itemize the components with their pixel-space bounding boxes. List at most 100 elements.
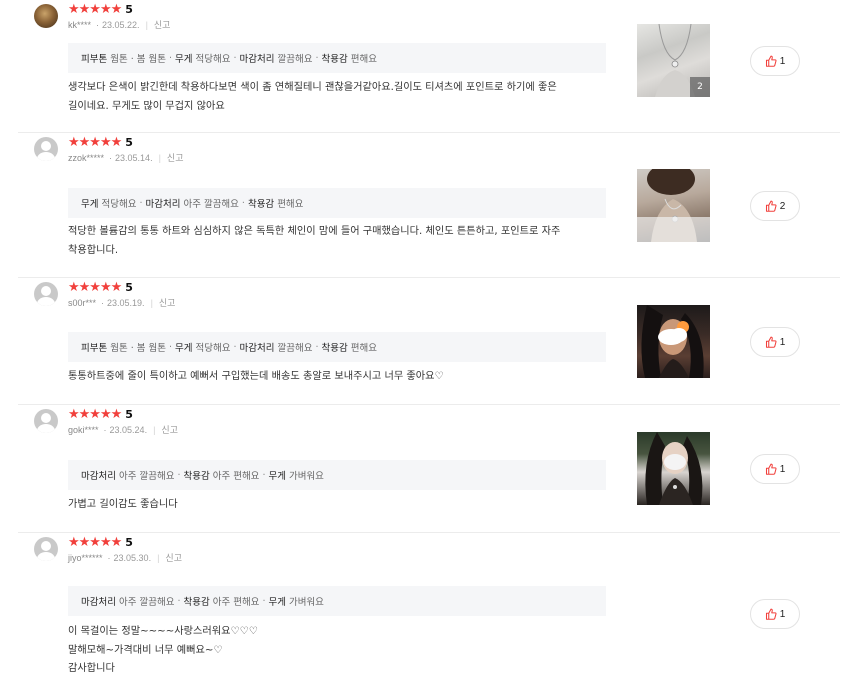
attribute-key: 무게 [268, 471, 286, 482]
thumbs-up-icon [765, 336, 780, 348]
attribute-item: 무게 적당해요 [175, 340, 230, 354]
report-link[interactable]: 신고 [165, 551, 182, 564]
meta-divider: | [153, 424, 156, 435]
star-rating-icons: ★★★★★ [68, 135, 122, 150]
review-photo[interactable]: 2 [637, 24, 710, 97]
like-button[interactable]: 1 [750, 599, 800, 629]
like-button[interactable]: 1 [750, 454, 800, 484]
like-count: 1 [779, 463, 786, 475]
attribute-item: 착용감 편해요 [322, 51, 377, 65]
review-text-line: 이 목걸이는 정말~~~~사랑스러워요♡♡♡ [68, 626, 258, 637]
review-text-line: 가볍고 길이감도 좋습니다 [68, 499, 178, 510]
like-button[interactable]: 1 [750, 327, 800, 357]
tag-separator: · [233, 52, 237, 64]
attribute-value: 깔끔해요 [277, 54, 313, 65]
review-meta: zzok***** · 23.05.14. | 신고 [68, 151, 183, 164]
review-photo[interactable] [637, 305, 710, 378]
attribute-item: 착용감 아주 편해요 [183, 594, 259, 608]
review-photo[interactable] [637, 432, 710, 505]
report-link[interactable]: 신고 [167, 151, 184, 164]
meta-dot: · [103, 424, 107, 435]
report-link[interactable]: 신고 [161, 423, 178, 436]
report-link[interactable]: 신고 [159, 296, 176, 309]
review-photo[interactable] [637, 169, 710, 242]
attribute-item: 무게 적당해요 [81, 196, 136, 210]
attribute-value: 아주 편해요 [212, 597, 260, 608]
attribute-key: 마감처리 [145, 199, 181, 210]
attribute-item: 착용감 아주 편해요 [183, 468, 259, 482]
attribute-value: 가벼워요 [288, 471, 324, 482]
star-rating-icons: ★★★★★ [68, 407, 122, 422]
like-count: 1 [779, 336, 786, 348]
review-text-line: 생각보다 은색이 밝긴한데 착용하다보면 색이 좀 연해질테니 괜찮을거같아요.… [68, 82, 557, 93]
review-date: 23.05.22. [102, 19, 140, 30]
avatar [34, 409, 58, 433]
tag-separator: · [177, 595, 181, 607]
reviewer-name: s00r*** [68, 297, 97, 308]
rating: ★★★★★ 5 [68, 536, 133, 550]
review-text-line: 감사합니다 [68, 663, 115, 674]
attribute-key: 피부톤 [81, 54, 108, 65]
review-date: 23.05.30. [113, 552, 152, 563]
review-date: 23.05.24. [109, 424, 148, 435]
attribute-value: 웜톤 · 봄 웜톤 [110, 343, 167, 354]
tag-separator: · [241, 197, 245, 209]
tag-separator: · [139, 197, 143, 209]
rating-score: 5 [125, 408, 133, 421]
report-link[interactable]: 신고 [154, 18, 171, 31]
attribute-value: 가벼워요 [288, 597, 324, 608]
review-attributes: 피부톤 웜톤 · 봄 웜톤 · 무게 적당해요 · 마감처리 깔끔해요 · 착용감 편해요 [68, 332, 606, 362]
rating-score: 5 [125, 136, 133, 149]
meta-divider: | [157, 552, 160, 563]
attribute-value: 적당해요 [195, 343, 231, 354]
like-button[interactable]: 2 [750, 191, 800, 221]
rating-score: 5 [125, 536, 133, 549]
review-text-line: 길이네요. 무게도 많이 무겁지 않아요 [68, 100, 225, 112]
attribute-key: 마감처리 [239, 343, 275, 354]
avatar [34, 4, 58, 28]
attribute-value: 아주 편해요 [212, 471, 260, 482]
review-item: ★★★★★ 5 goki**** · 23.05.24. | 신고 마감처리 아주 깔끔해요 · 착… [0, 405, 860, 533]
star-rating-icons: ★★★★★ [68, 2, 122, 17]
meta-dot: · [96, 19, 100, 30]
review-text-line: 말해모해~가격대비 너무 예뻐요~♡ [68, 644, 223, 656]
review-text: 생각보다 은색이 밝긴한데 착용하다보면 색이 좀 연해질테니 괜찮을거같아요.… [68, 79, 613, 116]
avatar [34, 282, 58, 306]
review-item: ★★★★★ 5 s00r*** · 23.05.19. | 신고 피부톤 웜톤 · 봄 웜톤 · 무… [0, 278, 860, 405]
meta-dot: · [109, 152, 113, 163]
reviewer-name: zzok***** [68, 152, 105, 163]
rating: ★★★★★ 5 [68, 408, 133, 422]
attribute-key: 무게 [81, 199, 99, 210]
attribute-key: 착용감 [321, 54, 348, 65]
attribute-key: 착용감 [183, 471, 210, 482]
attribute-key: 착용감 [321, 343, 348, 354]
review-meta: kk**** · 23.05.22. | 신고 [68, 18, 170, 31]
review-attributes: 마감처리 아주 깔끔해요 · 착용감 아주 편해요 · 무게 가벼워요 [68, 586, 606, 616]
review-text: 이 목걸이는 정말~~~~사랑스러워요♡♡♡ 말해모해~가격대비 너무 예뻐요~♡… [68, 623, 613, 679]
rating-score: 5 [125, 3, 133, 16]
attribute-item: 마감처리 아주 깔끔해요 [145, 196, 238, 210]
attribute-key: 착용감 [247, 199, 275, 210]
like-count: 1 [779, 608, 786, 620]
thumbs-up-icon [765, 55, 780, 67]
review-text-line: 적당한 볼륨감의 통통 하트와 심심하지 않은 독특한 체인이 맘에 들어 구매… [68, 226, 561, 237]
review-attributes: 피부톤 웜톤 · 봄 웜톤 · 무게 적당해요 · 마감처리 깔끔해요 · 착용감 편해요 [68, 43, 606, 73]
like-button[interactable]: 1 [750, 46, 800, 76]
review-text: 가볍고 길이감도 좋습니다 [68, 496, 613, 515]
attribute-value: 편해요 [277, 199, 304, 210]
attribute-value: 적당해요 [195, 54, 231, 65]
thumbs-up-icon [765, 463, 780, 475]
attribute-value: 편해요 [350, 54, 377, 65]
meta-divider: | [150, 297, 153, 308]
review-attributes: 마감처리 아주 깔끔해요 · 착용감 아주 편해요 · 무게 가벼워요 [68, 460, 606, 490]
thumbs-up-icon [765, 608, 780, 620]
tag-separator: · [169, 52, 173, 64]
reviewer-name: kk**** [68, 19, 92, 30]
reviewer-name: jiyo****** [68, 552, 103, 563]
attribute-item: 마감처리 깔끔해요 [240, 340, 313, 354]
review-attributes: 무게 적당해요 · 마감처리 아주 깔끔해요 · 착용감 편해요 [68, 188, 606, 218]
tag-separator: · [169, 341, 173, 353]
attribute-value: 웜톤 · 봄 웜톤 [110, 54, 167, 65]
attribute-key: 피부톤 [81, 343, 108, 354]
attribute-item: 마감처리 아주 깔끔해요 [81, 594, 174, 608]
